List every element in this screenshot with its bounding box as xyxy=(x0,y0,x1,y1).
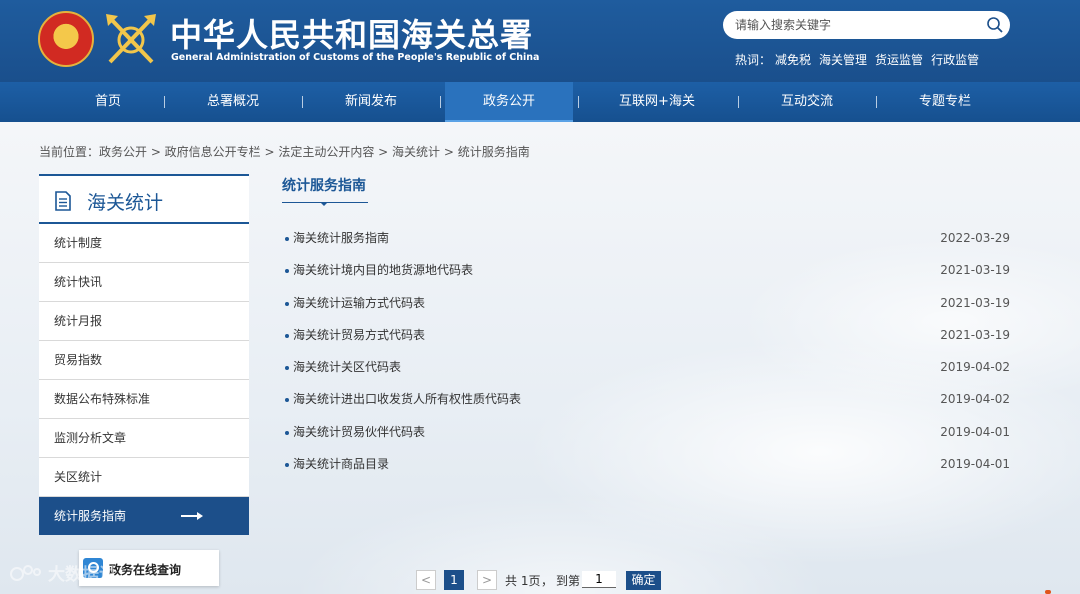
list-item-title[interactable]: 海关统计贸易方式代码表 xyxy=(293,327,425,344)
list-item-date: 2021-03-19 xyxy=(940,263,1010,278)
nav-divider xyxy=(876,96,877,108)
list-item-date: 2021-03-19 xyxy=(940,295,1010,310)
list-item-date: 2019-04-01 xyxy=(940,457,1010,472)
sidebar-header: 海关统计 xyxy=(39,174,249,224)
nav-item-government-affairs[interactable]: 政务公开 xyxy=(445,82,573,122)
next-page-button[interactable]: > xyxy=(477,570,497,590)
list-item[interactable]: 海关统计进出口收发货人所有权性质代码表 2019-04-02 xyxy=(285,391,1010,423)
watermark-text: 大数据说 xyxy=(48,564,116,585)
main-nav: 首页 总署概况 新闻发布 政务公开 互联网+海关 互动交流 专题专栏 xyxy=(0,82,1080,122)
national-emblem-icon xyxy=(38,11,94,67)
nav-divider xyxy=(164,96,165,108)
sidebar-item-statistical-system[interactable]: 统计制度 xyxy=(39,224,249,263)
confirm-button[interactable]: 确定 xyxy=(626,571,661,590)
nav-item-news[interactable]: 新闻发布 xyxy=(322,82,420,122)
nav-item-special-topics[interactable]: 专题专栏 xyxy=(896,82,994,122)
current-page-button[interactable]: 1 xyxy=(444,570,464,590)
nav-divider xyxy=(578,96,579,108)
hot-word-link[interactable]: 减免税 xyxy=(775,53,811,67)
sidebar-item-trade-index[interactable]: 贸易指数 xyxy=(39,341,249,380)
list-item-date: 2019-04-02 xyxy=(940,360,1010,375)
search-icon[interactable] xyxy=(986,16,1004,34)
nav-divider xyxy=(302,96,303,108)
hot-word-link[interactable]: 海关管理 xyxy=(819,53,867,67)
sidebar-item-monthly-report[interactable]: 统计月报 xyxy=(39,302,249,341)
goto-label: 到第 xyxy=(556,574,581,588)
sidebar-item-district-statistics[interactable]: 关区统计 xyxy=(39,458,249,497)
bullet-icon xyxy=(285,333,289,338)
bullet-icon xyxy=(285,463,289,468)
nav-item-internet-customs[interactable]: 互联网+海关 xyxy=(598,82,716,122)
list-item-title[interactable]: 海关统计商品目录 xyxy=(293,456,389,473)
pagination-comma: ， xyxy=(541,574,554,588)
list-item[interactable]: 海关统计关区代码表 2019-04-02 xyxy=(285,359,1010,391)
total-pages-text: 共 1页 xyxy=(505,574,541,588)
site-subtitle: General Administration of Customs of the… xyxy=(171,52,540,63)
nav-item-interaction[interactable]: 互动交流 xyxy=(758,82,856,122)
sidebar-title: 海关统计 xyxy=(87,192,164,214)
customs-emblem-icon xyxy=(106,14,156,64)
goto-page-input[interactable] xyxy=(582,571,616,588)
list-item-title[interactable]: 海关统计服务指南 xyxy=(293,230,389,247)
bullet-icon xyxy=(285,430,289,435)
hot-word-link[interactable]: 货运监管 xyxy=(875,53,923,67)
list-item-date: 2022-03-29 xyxy=(940,231,1010,245)
nav-item-home[interactable]: 首页 xyxy=(60,82,156,122)
bullet-icon xyxy=(285,269,289,274)
site-header: 中华人民共和国海关总署 General Administration of Cu… xyxy=(0,0,1080,82)
document-icon xyxy=(55,191,71,211)
list-item[interactable]: 海关统计商品目录 2019-04-01 xyxy=(285,456,1010,488)
nav-item-overview[interactable]: 总署概况 xyxy=(184,82,282,122)
sidebar-item-service-guide[interactable]: 统计服务指南 xyxy=(39,497,249,535)
hot-words: 热词： 减免税 海关管理 货运监管 行政监管 xyxy=(735,51,987,68)
list-item[interactable]: 海关统计贸易方式代码表 2021-03-19 xyxy=(285,327,1010,359)
prev-page-button[interactable]: < xyxy=(416,570,436,590)
list-item-date: 2019-04-01 xyxy=(940,424,1010,439)
list-item-title[interactable]: 海关统计贸易伙伴代码表 xyxy=(293,424,425,441)
hot-words-label: 热词： xyxy=(735,53,772,67)
arrow-right-icon xyxy=(181,512,203,520)
list-item[interactable]: 海关统计运输方式代码表 2021-03-19 xyxy=(285,295,1010,327)
document-list: 海关统计服务指南 2022-03-29 海关统计境内目的地货源地代码表 2021… xyxy=(285,230,1010,488)
bullet-icon xyxy=(285,366,289,371)
bullet-icon xyxy=(285,398,289,403)
list-item[interactable]: 海关统计服务指南 2022-03-29 xyxy=(285,230,1010,262)
breadcrumb: 当前位置：政务公开 > 政府信息公开专栏 > 法定主动公开内容 > 海关统计 >… xyxy=(39,145,530,159)
sidebar-item-label: 统计服务指南 xyxy=(54,509,127,523)
hot-word-link[interactable]: 行政监管 xyxy=(931,53,979,67)
site-title: 中华人民共和国海关总署 xyxy=(170,16,534,54)
search-input[interactable] xyxy=(735,16,975,34)
list-item-title[interactable]: 海关统计进出口收发货人所有权性质代码表 xyxy=(293,391,521,408)
sidebar-item-statistical-flash[interactable]: 统计快讯 xyxy=(39,263,249,302)
list-item-title[interactable]: 海关统计关区代码表 xyxy=(293,359,401,376)
list-item-title[interactable]: 海关统计境内目的地货源地代码表 xyxy=(293,262,473,279)
sidebar-item-data-standard[interactable]: 数据公布特殊标准 xyxy=(39,380,249,419)
sidebar: 海关统计 统计制度 统计快讯 统计月报 贸易指数 数据公布特殊标准 监测分析文章… xyxy=(39,174,249,535)
bullet-icon xyxy=(285,301,289,306)
list-item-date: 2021-03-19 xyxy=(940,327,1010,342)
sidebar-item-analysis-articles[interactable]: 监测分析文章 xyxy=(39,419,249,458)
corner-marker xyxy=(1045,590,1051,594)
bullet-icon xyxy=(285,237,289,241)
caret-down-icon xyxy=(320,202,328,206)
watermark-logo: 大数据说 xyxy=(10,564,116,585)
nav-divider xyxy=(738,96,739,108)
section-title: 统计服务指南 xyxy=(282,178,366,194)
list-item-date: 2019-04-02 xyxy=(940,392,1010,407)
nav-divider xyxy=(440,96,441,108)
list-item-title[interactable]: 海关统计运输方式代码表 xyxy=(293,295,425,312)
list-item[interactable]: 海关统计境内目的地货源地代码表 2021-03-19 xyxy=(285,262,1010,294)
list-item[interactable]: 海关统计贸易伙伴代码表 2019-04-01 xyxy=(285,424,1010,456)
search-box xyxy=(723,11,1010,39)
